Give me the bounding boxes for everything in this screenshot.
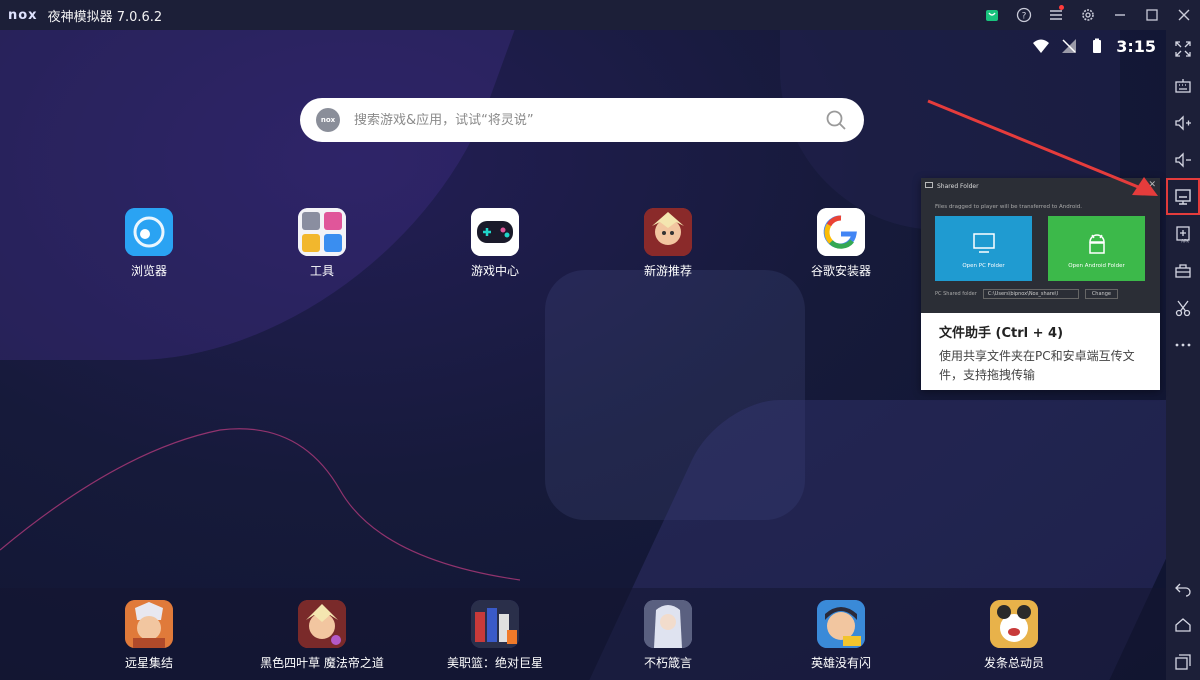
- android-folder-label: Open Android Folder: [1068, 262, 1125, 269]
- preview-path-row: PC Shared folder C:\Users\bipnox\Nox_sha…: [935, 289, 1160, 299]
- app-browser[interactable]: 浏览器: [74, 208, 224, 279]
- apk-install-icon[interactable]: APK: [1166, 215, 1200, 252]
- dock-app-1[interactable]: 远星集结: [74, 600, 224, 671]
- preview-cards: Open PC Folder Open Android Folder: [935, 216, 1160, 281]
- game-icon-3: [471, 600, 519, 648]
- pc-shared-path: C:\Users\bipnox\Nox_share\I: [982, 289, 1079, 299]
- app-label: 英雄没有闪: [810, 656, 871, 670]
- battery-icon: [1093, 38, 1102, 53]
- app-label: 远星集结: [124, 656, 173, 670]
- preview-header: Shared Folder: [921, 178, 1160, 194]
- window-title: 夜神模拟器 7.0.6.2: [47, 9, 163, 25]
- back-icon[interactable]: [1166, 569, 1200, 606]
- more-icon[interactable]: [1166, 326, 1200, 363]
- dock-app-6[interactable]: 发条总动员: [939, 600, 1089, 671]
- dock-app-5[interactable]: 英雄没有闪: [766, 600, 916, 671]
- home-icon[interactable]: [1166, 606, 1200, 643]
- titlebar-controls: ?: [976, 0, 1200, 30]
- open-android-folder-card: Open Android Folder: [1048, 216, 1145, 281]
- app-game-center[interactable]: 游戏中心: [420, 208, 570, 279]
- tools-icon: [298, 208, 346, 256]
- open-pc-folder-card: Open PC Folder: [935, 216, 1032, 281]
- search-input[interactable]: [354, 112, 824, 128]
- android-robot-icon: [1088, 233, 1105, 254]
- preview-desc: Files dragged to player will be transfer…: [935, 204, 1082, 210]
- settings-icon[interactable]: [1072, 0, 1104, 30]
- app-label: 浏览器: [130, 264, 167, 278]
- shopping-bag-icon[interactable]: [976, 0, 1008, 30]
- app-label: 发条总动员: [983, 656, 1044, 670]
- app-label: 谷歌安装器: [810, 264, 871, 278]
- pc-monitor-icon: [972, 232, 995, 253]
- volume-down-icon[interactable]: [1166, 141, 1200, 178]
- android-status-bar: 3:15: [1032, 32, 1156, 60]
- status-time: 3:15: [1116, 36, 1156, 56]
- keyboard-icon[interactable]: [1166, 67, 1200, 104]
- minimize-icon[interactable]: [1104, 0, 1136, 30]
- dock-app-2[interactable]: 黑色四叶草 魔法帝之道: [247, 600, 397, 671]
- maximize-icon[interactable]: [1136, 0, 1168, 30]
- preview-header-text: Shared Folder: [937, 182, 979, 190]
- app-label: 美职篮：绝对巨星: [446, 656, 543, 670]
- toolbox-icon[interactable]: [1166, 252, 1200, 289]
- shared-folder-icon[interactable]: [1166, 178, 1200, 215]
- pc-shared-label: PC Shared folder: [935, 291, 977, 297]
- screenshot-cut-icon[interactable]: [1166, 289, 1200, 326]
- preview-close-icon: ✕: [1148, 180, 1156, 190]
- search-bar[interactable]: nox: [300, 98, 864, 142]
- volume-up-icon[interactable]: [1166, 104, 1200, 141]
- app-label: 游戏中心: [470, 264, 519, 278]
- game-icon-4: [644, 600, 692, 648]
- app-google-installer[interactable]: 谷歌安装器: [766, 208, 916, 279]
- search-icon[interactable]: [824, 108, 848, 132]
- shared-folder-tooltip: Shared Folder ✕ Files dragged to player …: [921, 178, 1160, 390]
- new-games-icon: [644, 208, 692, 256]
- dock-app-3[interactable]: 美职篮：绝对巨星: [420, 600, 570, 671]
- notification-dot: [1059, 5, 1064, 10]
- background-shape: [0, 30, 526, 360]
- game-icon-2: [298, 600, 346, 648]
- menu-icon[interactable]: [1040, 0, 1072, 30]
- game-icon-6: [990, 600, 1038, 648]
- help-icon[interactable]: ?: [1008, 0, 1040, 30]
- app-label: 新游推荐: [643, 264, 692, 278]
- nox-logo: nox: [8, 7, 38, 23]
- game-center-icon: [471, 208, 519, 256]
- change-button-preview: Change: [1084, 289, 1118, 299]
- recent-apps-icon[interactable]: [1166, 643, 1200, 680]
- game-icon-5: [817, 600, 865, 648]
- pc-folder-label: Open PC Folder: [962, 262, 1005, 269]
- tooltip-body: 使用共享文件夹在PC和安卓端互传文件，支持拖拽传输: [939, 349, 1135, 382]
- dock-app-4[interactable]: 不朽箴言: [593, 600, 743, 671]
- app-label: 工具: [309, 264, 334, 278]
- app-new-games[interactable]: 新游推荐: [593, 208, 743, 279]
- tooltip-title: 文件助手 (Ctrl + 4): [939, 326, 1064, 341]
- wifi-icon: [1033, 39, 1050, 53]
- google-installer-icon: [817, 208, 865, 256]
- game-icon-1: [125, 600, 173, 648]
- close-icon[interactable]: [1168, 0, 1200, 30]
- tooltip-preview: Shared Folder ✕ Files dragged to player …: [921, 178, 1160, 313]
- nox-search-logo: nox: [316, 108, 340, 132]
- app-label: 黑色四叶草 魔法帝之道: [260, 656, 384, 670]
- no-signal-icon: [1062, 39, 1077, 53]
- title-bar: nox 夜神模拟器 7.0.6.2 ?: [0, 0, 1200, 30]
- svg-text:?: ?: [1022, 12, 1027, 22]
- monitor-icon: [925, 182, 933, 188]
- browser-icon: [125, 208, 173, 256]
- app-tools[interactable]: 工具: [247, 208, 397, 279]
- app-label: 不朽箴言: [643, 656, 692, 670]
- right-toolbar: APK: [1166, 30, 1200, 680]
- fullscreen-icon[interactable]: [1166, 30, 1200, 67]
- svg-text:APK: APK: [1181, 238, 1189, 243]
